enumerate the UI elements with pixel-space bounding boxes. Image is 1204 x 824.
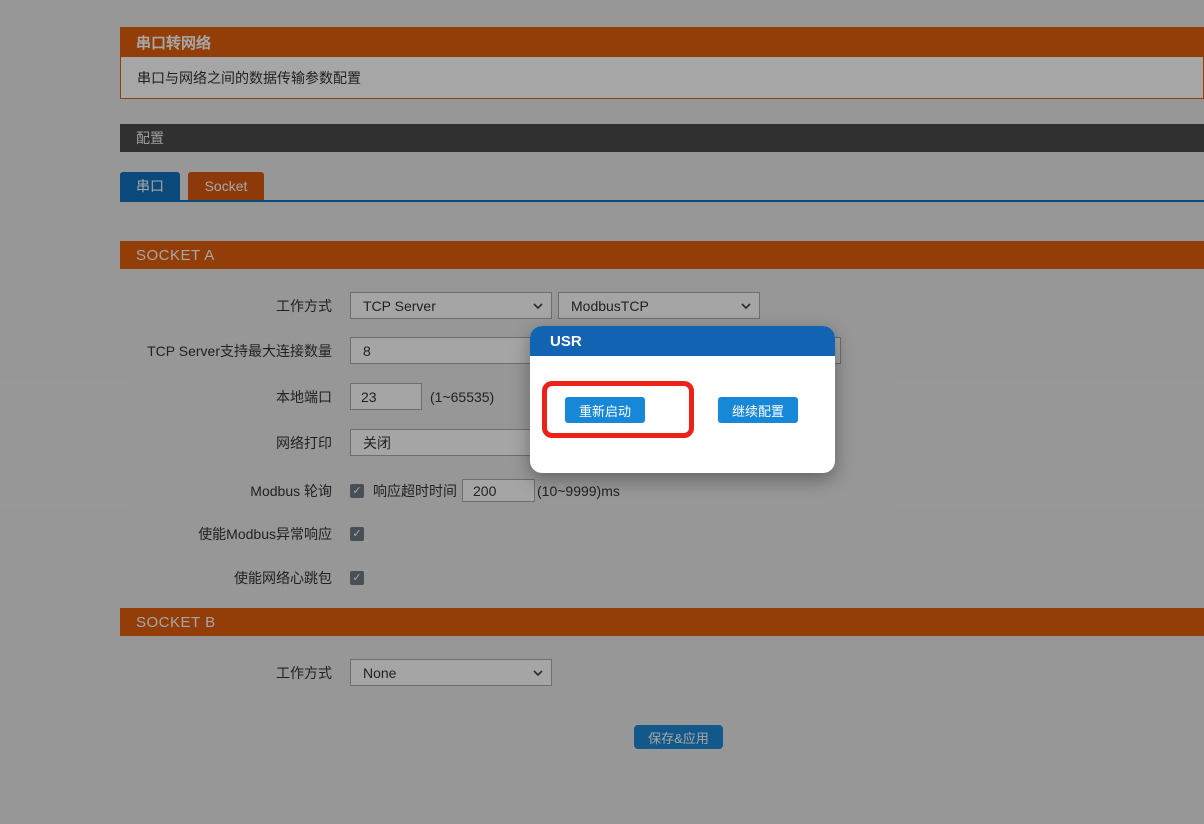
serial-to-network-page: 串口转网络 串口与网络之间的数据传输参数配置 配置 串口 Socket SOCK… — [0, 0, 1204, 824]
continue-config-button-label: 继续配置 — [732, 401, 784, 420]
restart-button[interactable]: 重新启动 — [565, 397, 645, 423]
continue-config-button[interactable]: 继续配置 — [718, 397, 798, 423]
usr-dialog: USR 重新启动 继续配置 — [530, 326, 835, 473]
usr-dialog-header: USR — [530, 326, 835, 356]
usr-dialog-title: USR — [550, 333, 582, 350]
restart-button-label: 重新启动 — [579, 401, 631, 420]
